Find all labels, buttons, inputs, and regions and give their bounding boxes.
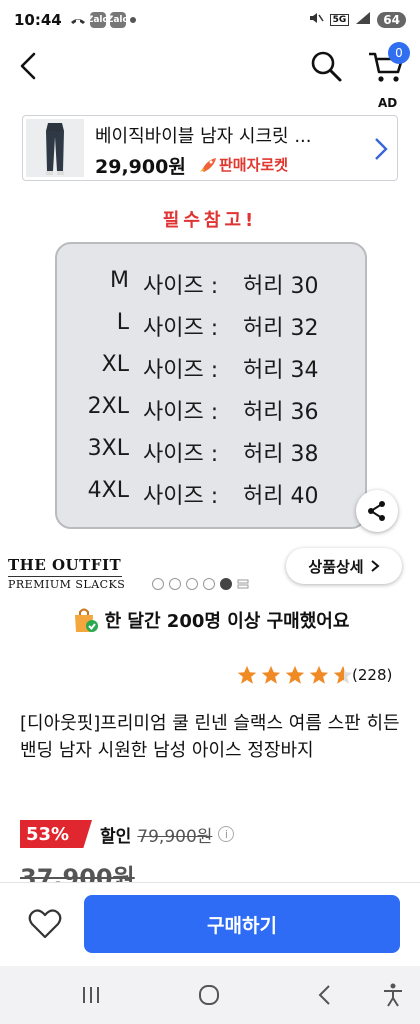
cart-count-badge: 0 bbox=[388, 42, 410, 64]
waist-value: 허리 38 bbox=[243, 442, 319, 467]
home-icon[interactable] bbox=[196, 982, 222, 1008]
size-row: L 사이즈 : 허리 32 bbox=[57, 310, 369, 344]
buy-button[interactable]: 구매하기 bbox=[84, 895, 400, 953]
info-icon[interactable]: i bbox=[218, 826, 235, 842]
mute-icon bbox=[308, 11, 324, 29]
battery-icon: 64 bbox=[377, 12, 406, 28]
size-label: L bbox=[116, 310, 129, 335]
chevron-right-icon bbox=[370, 560, 380, 572]
carousel-dot[interactable] bbox=[186, 578, 198, 590]
sale-price: 37,900원 bbox=[20, 864, 135, 884]
wishlist-heart-icon[interactable] bbox=[28, 909, 62, 939]
sponsored-product-card[interactable]: 베이직바이블 남자 시크릿 ... 29,900원 판매자로켓 bbox=[22, 115, 398, 181]
size-label: M bbox=[110, 268, 129, 293]
size-caption: 사이즈 : bbox=[143, 484, 219, 509]
size-caption: 사이즈 : bbox=[143, 358, 219, 383]
product-detail-button[interactable]: 상품상세 bbox=[286, 548, 402, 584]
purchase-count-text: 한 달간 200명 이상 구매했어요 bbox=[104, 611, 350, 632]
seller-rocket-badge: 판매자로켓 bbox=[199, 154, 288, 175]
waist-value: 허리 30 bbox=[243, 274, 319, 299]
missed-call-icon bbox=[70, 14, 86, 26]
recent-apps-icon[interactable] bbox=[78, 982, 104, 1008]
waist-value: 허리 36 bbox=[243, 400, 319, 425]
share-icon bbox=[368, 501, 385, 521]
original-price: 79,900원 bbox=[137, 826, 213, 847]
chevron-right-icon bbox=[375, 138, 388, 160]
size-row: M 사이즈 : 허리 30 bbox=[57, 268, 369, 302]
size-row: XL 사이즈 : 허리 34 bbox=[57, 352, 369, 386]
size-caption: 사이즈 : bbox=[143, 274, 219, 299]
ad-label: AD bbox=[378, 96, 398, 110]
waist-value: 허리 32 bbox=[243, 316, 319, 341]
purchase-count-banner: 한 달간 200명 이상 구매했어요 bbox=[0, 606, 420, 634]
star-icon bbox=[261, 665, 281, 684]
size-row: 2XL 사이즈 : 허리 36 bbox=[57, 394, 369, 428]
star-icon bbox=[309, 665, 329, 684]
zalo-icon-2: Zalo bbox=[107, 12, 129, 28]
purchase-action-bar: 구매하기 bbox=[0, 882, 420, 966]
ad-product-price: 29,900원 bbox=[95, 156, 186, 178]
star-icon bbox=[237, 665, 257, 684]
app-header bbox=[0, 40, 420, 110]
ad-product-image bbox=[26, 119, 84, 177]
brand-divider bbox=[8, 576, 122, 577]
size-caption: 사이즈 : bbox=[143, 316, 219, 341]
half-star-icon bbox=[333, 665, 353, 684]
signal-icon bbox=[355, 11, 371, 29]
carousel-dot[interactable] bbox=[203, 578, 215, 590]
discount-label: 할인 bbox=[100, 826, 132, 847]
waist-value: 허리 34 bbox=[243, 358, 319, 383]
zalo-icon: Zalo bbox=[87, 12, 109, 28]
status-time: 10:44 bbox=[14, 11, 62, 29]
size-caption: 사이즈 : bbox=[143, 442, 219, 467]
size-label: XL bbox=[101, 352, 129, 377]
gallery-grid-icon[interactable] bbox=[237, 578, 249, 590]
notice-text: 필수참고! bbox=[162, 210, 258, 231]
waist-value: 허리 40 bbox=[243, 484, 319, 509]
size-label: 2XL bbox=[87, 394, 129, 419]
share-button[interactable] bbox=[356, 490, 398, 532]
carousel-dot-active[interactable] bbox=[220, 578, 232, 590]
brand-subtitle: PREMIUM SLACKS bbox=[8, 578, 126, 591]
star-rating[interactable] bbox=[236, 664, 354, 686]
search-icon[interactable] bbox=[308, 48, 344, 84]
discount-percent-badge: 53% bbox=[20, 820, 92, 848]
rocket-icon bbox=[200, 157, 216, 172]
star-icon bbox=[285, 665, 305, 684]
product-title: [디아웃핏]프리미엄 쿨 린넨 슬랙스 여름 스판 히든밴딩 남자 시원한 남성… bbox=[20, 713, 400, 761]
review-count[interactable]: (228) bbox=[352, 666, 392, 684]
back-icon[interactable] bbox=[14, 50, 46, 82]
network-icon: 5G bbox=[329, 14, 350, 26]
size-label: 4XL bbox=[87, 478, 129, 503]
carousel-dot[interactable] bbox=[169, 578, 181, 590]
seller-rocket-label: 판매자로켓 bbox=[219, 156, 289, 174]
carousel-indicator[interactable] bbox=[152, 578, 249, 590]
size-caption: 사이즈 : bbox=[143, 400, 219, 425]
size-label: 3XL bbox=[87, 436, 129, 461]
carousel-dot[interactable] bbox=[152, 578, 164, 590]
discount-row: 53% 할인 79,900원 i bbox=[20, 820, 235, 848]
system-navigation-bar bbox=[0, 966, 420, 1024]
size-chart: M 사이즈 : 허리 30 L 사이즈 : 허리 32 XL 사이즈 : 허리 … bbox=[55, 242, 367, 529]
size-row: 4XL 사이즈 : 허리 40 bbox=[57, 478, 369, 512]
product-detail-label: 상품상세 bbox=[308, 557, 364, 576]
brand-name: THE OUTFIT bbox=[8, 556, 122, 574]
size-row: 3XL 사이즈 : 허리 38 bbox=[57, 436, 369, 470]
back-nav-icon[interactable] bbox=[312, 982, 338, 1008]
shopping-bag-check-icon bbox=[74, 608, 98, 632]
ad-product-title: 베이직바이블 남자 시크릿 ... bbox=[95, 126, 312, 147]
notification-dot-icon bbox=[129, 17, 136, 23]
accessibility-icon[interactable] bbox=[380, 982, 406, 1008]
status-bar: 10:44 Zalo Zalo 5G 64 bbox=[0, 0, 420, 40]
